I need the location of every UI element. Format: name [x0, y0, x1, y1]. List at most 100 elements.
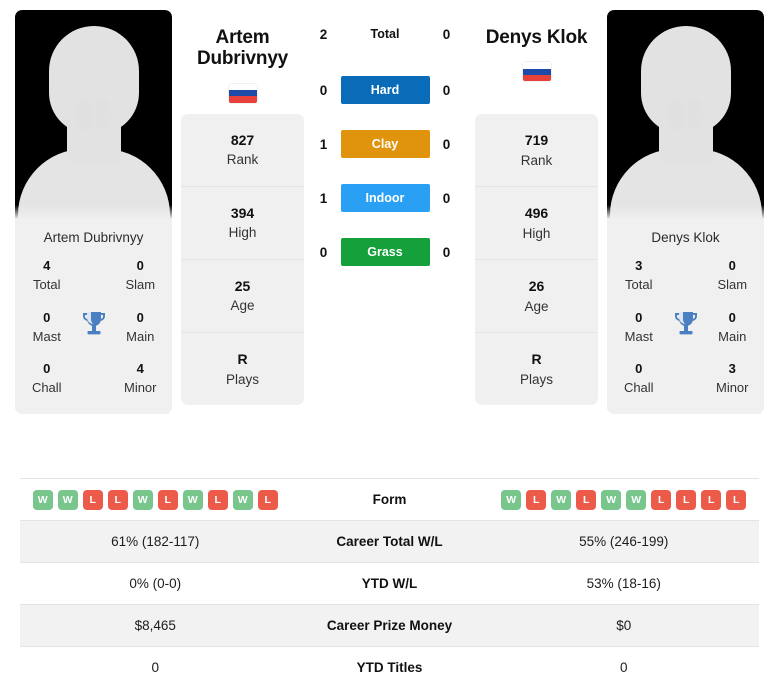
value: 827	[230, 131, 255, 148]
left-ytd-titles: 0	[151, 660, 159, 675]
right-player-card[interactable]: Denys Klok 3 Total 0 Slam 0 Mast 0 Main …	[607, 10, 764, 415]
avatar-silhouette-head	[640, 26, 731, 134]
right-stat-plays: R Plays	[475, 333, 598, 405]
titles-row-total: 3 Total 0 Slam	[613, 257, 758, 295]
right-form-badge: L	[676, 489, 697, 510]
trophy-icon	[73, 310, 115, 345]
h2h-indoor-left: 1	[319, 190, 328, 206]
player-comparison-page: Artem Dubrivnyy 4 Total 0 Slam 0 Mast 0 …	[0, 0, 779, 699]
left-form-badge: L	[82, 489, 103, 510]
left-titles-minor: 4 Minor	[115, 360, 167, 398]
titles-row-mast-main: 0 Mast 0 Main	[613, 309, 758, 347]
label: Rank	[226, 152, 259, 168]
h2h-row-grass: 0 Grass 0	[304, 238, 466, 266]
table-row-form: WWLLWLWLWL Form WLWLWWLLLL	[20, 479, 759, 521]
label: Minor	[715, 380, 749, 396]
right-titles-chall: 0 Chall	[613, 360, 665, 398]
right-titles-mast: 0 Mast	[613, 309, 665, 347]
titles-row-mast-main: 0 Mast 0 Main	[21, 309, 166, 347]
right-form-badge: L	[651, 489, 672, 510]
left-form-badge: W	[32, 489, 53, 510]
left-stat-age: 25 Age	[181, 260, 304, 333]
right-player-column: Denys Klok 3 Total 0 Slam 0 Mast 0 Main …	[607, 10, 764, 415]
left-titles-mast: 0 Mast	[21, 309, 73, 347]
right-career-total-wl: 55% (246-199)	[579, 534, 669, 549]
right-player-photo	[607, 10, 764, 219]
label: Plays	[519, 372, 553, 388]
label: Total	[625, 276, 653, 292]
left-player-name-label: Artem Dubrivnyy	[43, 230, 144, 245]
value: 0	[43, 309, 51, 325]
left-form-badge: L	[257, 489, 278, 510]
label: Slam	[717, 276, 748, 292]
right-form-badge: L	[726, 489, 747, 510]
left-titles-total: 4 Total	[21, 257, 73, 295]
russia-flag-icon	[522, 62, 551, 82]
row-label-ytd-titles: YTD Titles	[356, 660, 423, 675]
row-label-form: Form	[372, 492, 407, 507]
label: Age	[524, 299, 549, 315]
comparison-table: WWLLWLWLWL Form WLWLWWLLLL 61% (182-117)…	[20, 478, 759, 688]
h2h-grass-label[interactable]: Grass	[340, 238, 430, 266]
russia-flag-icon	[228, 83, 257, 103]
value: 3	[728, 361, 736, 377]
left-form-strip: WWLLWLWLWL	[24, 489, 287, 510]
right-titles-slam: 0 Slam	[707, 257, 759, 295]
value: R	[531, 351, 542, 368]
h2h-clay-left: 1	[319, 136, 328, 152]
label: Mast	[624, 328, 653, 344]
value: 26	[528, 278, 545, 295]
label: Minor	[123, 380, 157, 396]
h2h-hard-left: 0	[319, 82, 328, 98]
label: Age	[230, 298, 255, 314]
name-line-2: Dubrivnyy	[196, 48, 289, 70]
right-career-prize-money: $0	[616, 618, 632, 633]
left-career-prize-money: $8,465	[134, 618, 176, 633]
h2h-indoor-label[interactable]: Indoor	[340, 184, 430, 212]
right-titles-total: 3 Total	[613, 257, 665, 295]
titles-row-total: 4 Total 0 Slam	[21, 257, 166, 295]
trophy-icon	[665, 310, 707, 345]
avatar-ear-left	[668, 100, 685, 130]
h2h-clay-label[interactable]: Clay	[340, 130, 430, 158]
left-career-total-wl: 61% (182-117)	[111, 534, 200, 549]
table-row-career-prize-money: $8,465 Career Prize Money $0	[20, 605, 759, 647]
right-stat-age: 26 Age	[475, 260, 598, 334]
titles-row-chall-minor: 0 Chall 4 Minor	[21, 360, 166, 398]
left-titles-grid: 4 Total 0 Slam 0 Mast 0 Main 0 Chall 4 M…	[15, 257, 172, 414]
right-form-badge: L	[576, 489, 597, 510]
value: 0	[136, 258, 144, 273]
h2h-row-hard: 0 Hard 0	[304, 76, 466, 104]
right-ytd-titles: 0	[619, 660, 628, 675]
label: Slam	[125, 276, 156, 292]
table-row-career-total-wl: 61% (182-117) Career Total W/L 55% (246-…	[20, 521, 759, 563]
left-form-badge: L	[157, 489, 178, 510]
label: High	[228, 225, 257, 241]
left-flag-wrap	[181, 83, 304, 106]
left-player-card[interactable]: Artem Dubrivnyy 4 Total 0 Slam 0 Mast 0 …	[15, 10, 172, 415]
label: Chall	[31, 380, 62, 396]
right-player-title: Denys Klok	[475, 10, 598, 48]
right-titles-main: 0 Main	[707, 309, 759, 347]
h2h-total-left: 2	[319, 26, 328, 42]
right-ytd-wl: 53% (18-16)	[586, 576, 661, 591]
h2h-hard-label[interactable]: Hard	[340, 76, 430, 104]
h2h-row-total: 2 Total 0	[304, 20, 466, 48]
avatar-silhouette-head	[48, 26, 139, 134]
left-player-column: Artem Dubrivnyy 4 Total 0 Slam 0 Mast 0 …	[15, 10, 172, 415]
left-stat-rank: 827 Rank	[181, 114, 304, 187]
name-line-1: Artem	[215, 27, 270, 48]
head-to-head-column: 2 Total 0 0 Hard 0 1 Clay 0 1 Indoor 0 0	[304, 10, 466, 292]
right-player-name-label: Denys Klok	[651, 230, 720, 245]
value: 0	[635, 309, 643, 325]
label: Mast	[32, 328, 61, 344]
label: Main	[718, 328, 747, 344]
value: 0	[136, 309, 144, 325]
value: 719	[524, 132, 549, 149]
right-form-badge: W	[626, 489, 647, 510]
label: Main	[126, 328, 155, 344]
right-rank-card: 719 Rank 496 High 26 Age R Plays	[475, 114, 598, 406]
label: High	[522, 226, 551, 242]
left-titles-slam: 0 Slam	[115, 257, 167, 295]
left-form-badge: W	[132, 489, 153, 510]
